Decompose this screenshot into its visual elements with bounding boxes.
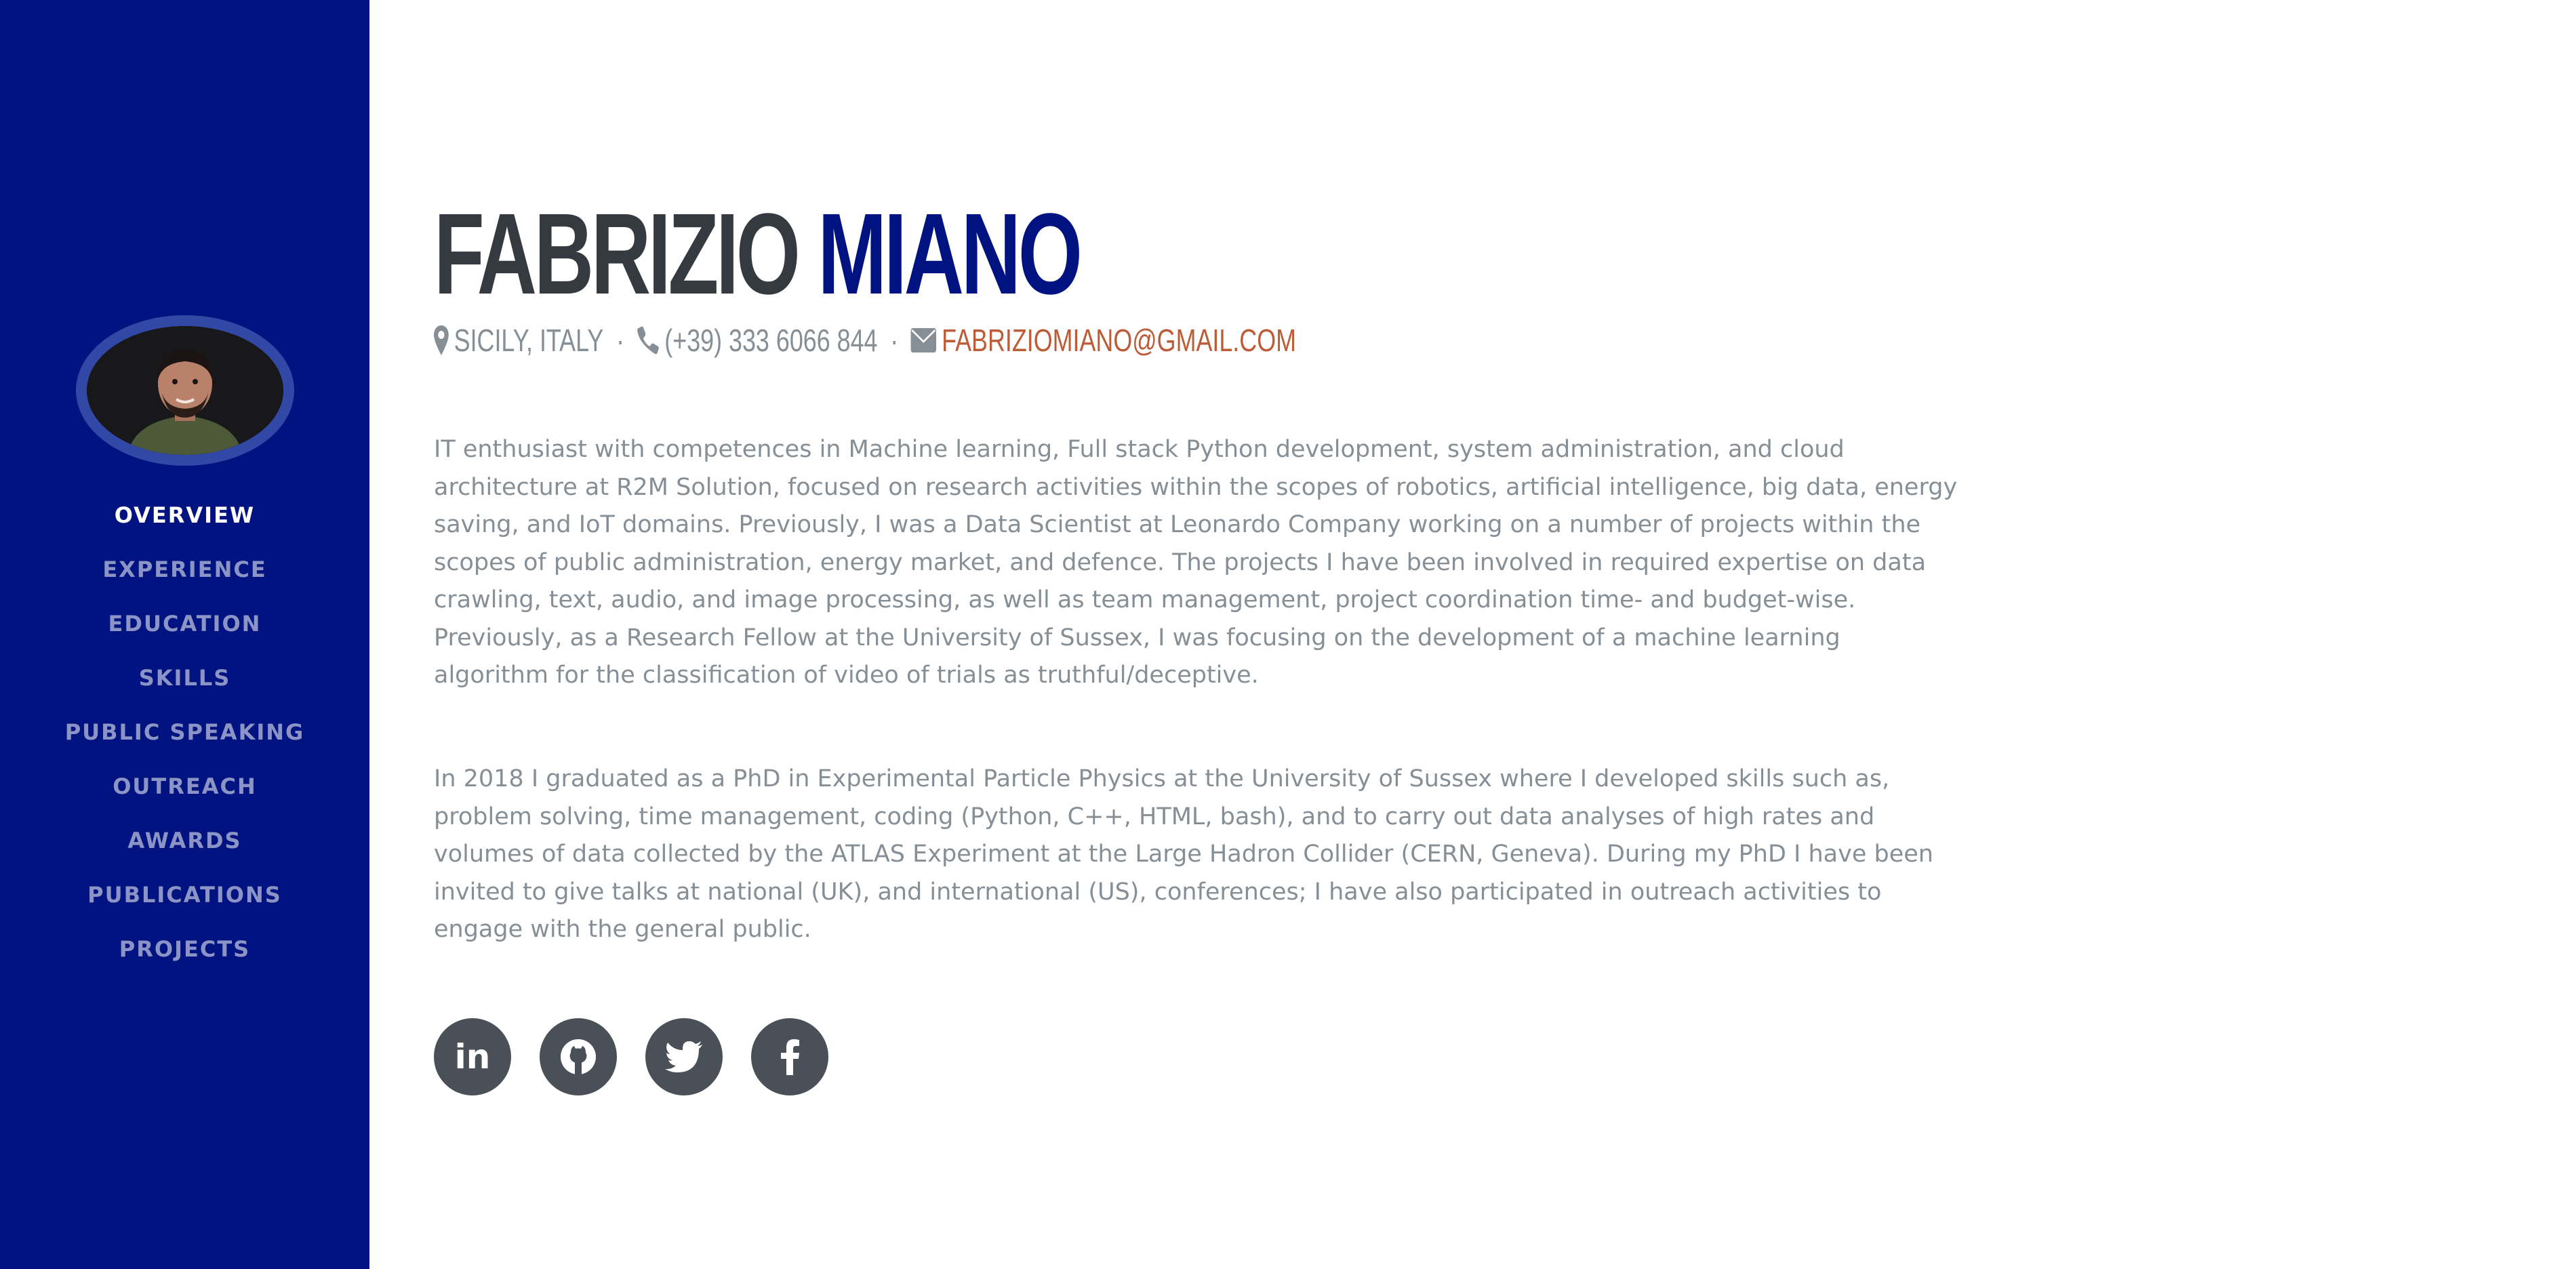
nav-item-skills[interactable]: SKILLS (0, 664, 369, 719)
bio-paragraph-1: IT enthusiast with competences in Machin… (434, 436, 1958, 689)
last-name: MIANO (818, 190, 1083, 319)
sidebar: OVERVIEW EXPERIENCE EDUCATION SKILLS PUB… (0, 0, 369, 1269)
nav-item-publications[interactable]: PUBLICATIONS (0, 881, 369, 935)
facebook-icon (781, 1039, 799, 1075)
linkedin-button[interactable]: in (434, 1018, 511, 1095)
github-icon (561, 1039, 596, 1074)
avatar (87, 326, 283, 455)
linkedin-icon: in (454, 1037, 491, 1076)
contact-line: SICILY, ITALY · (+39) 333 6066 844 · FAB… (434, 320, 1296, 361)
envelope-icon (910, 328, 937, 352)
facebook-button[interactable] (751, 1018, 828, 1095)
avatar-photo (87, 326, 283, 455)
separator: · (616, 323, 625, 358)
phone-text: (+39) 333 6066 844 (664, 323, 878, 358)
email-link[interactable]: FABRIZIOMIANO@GMAIL.COM (942, 322, 1296, 359)
github-button[interactable] (540, 1018, 617, 1095)
nav-item-overview[interactable]: OVERVIEW (0, 502, 369, 556)
nav-item-public-speaking[interactable]: PUBLIC SPEAKING (0, 719, 369, 773)
nav-item-awards[interactable]: AWARDS (0, 827, 369, 881)
bio-paragraph-2: In 2018 I graduated as a PhD in Experime… (434, 765, 1933, 943)
social-icons: in (434, 1018, 828, 1095)
sidebar-nav: OVERVIEW EXPERIENCE EDUCATION SKILLS PUB… (0, 502, 369, 990)
twitter-icon (665, 1041, 702, 1072)
nav-item-education[interactable]: EDUCATION (0, 610, 369, 664)
map-marker-icon (434, 325, 449, 355)
page-title: FABRIZIO MIANO (434, 197, 1083, 312)
phone-icon (637, 326, 660, 355)
separator: · (890, 323, 899, 358)
nav-item-outreach[interactable]: OUTREACH (0, 773, 369, 827)
nav-item-projects[interactable]: PROJECTS (0, 935, 369, 990)
avatar-ring (76, 315, 294, 466)
location-text: SICILY, ITALY (454, 323, 604, 358)
first-name: FABRIZIO (434, 190, 801, 319)
twitter-button[interactable] (645, 1018, 723, 1095)
nav-item-experience[interactable]: EXPERIENCE (0, 556, 369, 610)
